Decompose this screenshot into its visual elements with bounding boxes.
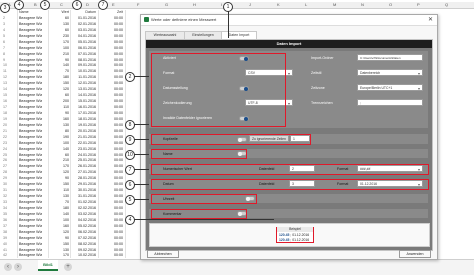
callout-14: 4 (125, 215, 135, 225)
callout-13: 5 (125, 195, 135, 205)
import-ordner-input[interactable]: C:\Users\ch\Documents\Daten (357, 54, 423, 61)
highlight-uhrzeit (151, 194, 257, 204)
callout-10: 10 (125, 150, 135, 160)
column-letter[interactable]: J (249, 2, 251, 7)
label-zeitzone: Zeitzone (311, 86, 325, 90)
preview-box: Beispiel 120.45 ; 01.12.2016 120.45 ; 01… (276, 227, 314, 243)
callout-12: 6 (125, 180, 135, 190)
column-letter[interactable]: L (305, 2, 307, 7)
highlight-config (151, 53, 286, 127)
column-letter[interactable]: G (165, 2, 168, 7)
callout-11: 7 (125, 165, 135, 175)
tab-werteauswahl[interactable]: Werteauswahl (145, 31, 185, 39)
label-import-ordner: Import-Ordner (311, 56, 334, 60)
column-letter[interactable]: D (86, 2, 89, 7)
column-letter[interactable]: F (137, 2, 139, 7)
callout-9: 9 (125, 135, 135, 145)
zeitstil-select[interactable]: Datenbereich ▾ (357, 69, 423, 76)
column-letter[interactable]: N (361, 2, 364, 7)
close-icon[interactable]: ✕ (428, 16, 433, 23)
data-import-dialog: Werte oder definiere einen Messwert ✕ We… (140, 14, 438, 260)
column-letter[interactable]: C (60, 2, 63, 7)
trennzeichen-input[interactable]: ; (357, 99, 423, 106)
column-letter[interactable]: Q (445, 2, 448, 7)
column-letter[interactable]: E (112, 2, 115, 7)
dialog-titlebar[interactable]: Werte oder definiere einen Messwert ✕ (141, 15, 437, 26)
panel-title: Daten Import (146, 40, 432, 48)
tab-einstellungen[interactable]: Einstellungen (184, 31, 222, 39)
label-trennzeichen: Trennzeichen (311, 101, 333, 105)
callout-7: 7 (98, 0, 108, 10)
preview-line: 120.45 ; 01.12.2016 (279, 238, 310, 242)
add-sheet-button[interactable]: + (64, 263, 72, 271)
column-letter[interactable]: O (389, 2, 392, 7)
app-icon (144, 17, 149, 22)
callout-8: 8 (125, 120, 135, 130)
label-zeitstil: Zeitstil (311, 71, 322, 75)
callout-4: 4 (14, 0, 24, 10)
dialog-title: Werte oder definiere einen Messwert (151, 17, 217, 22)
data-rows: 1 Name Wert Datum Zeit 2Bezogene Wiz6001… (0, 10, 140, 259)
highlight-name (151, 149, 247, 159)
apply-button[interactable]: Anwenden (399, 250, 431, 258)
highlight-kopfzeile (151, 134, 311, 145)
column-letter[interactable]: K (277, 2, 280, 7)
scroll-left-icon[interactable]: ‹ (4, 263, 12, 271)
preview-line: 120.45 ; 01.12.2016 (279, 233, 310, 237)
highlight-kommentar (151, 209, 247, 219)
preview-header: Beispiel (277, 227, 313, 232)
callout-6: 6 (72, 0, 82, 10)
callout-3: 3 (0, 3, 10, 13)
zeitzone-select[interactable]: Europe/Berlin UTC+1 ▾ (357, 84, 423, 91)
callout-5: 5 (40, 0, 50, 10)
column-letter[interactable]: I (221, 2, 222, 7)
column-letter[interactable]: H (193, 2, 196, 7)
scroll-right-icon[interactable]: › (14, 263, 22, 271)
column-letter[interactable]: P (417, 2, 420, 7)
column-letter[interactable]: B (34, 2, 37, 7)
callout-2: 2 (125, 72, 135, 82)
sheet-tab[interactable]: Bild1 (38, 260, 58, 271)
column-letter[interactable]: M (333, 2, 336, 7)
highlight-datum (151, 179, 429, 190)
preview-area: Beispiel 120.45 ; 01.12.2016 120.45 ; 01… (149, 223, 430, 247)
cancel-button[interactable]: Abbrechen (147, 250, 179, 258)
highlight-wert (151, 164, 429, 175)
sheet-tab-bar: ‹ › Bild1 + (0, 259, 474, 275)
